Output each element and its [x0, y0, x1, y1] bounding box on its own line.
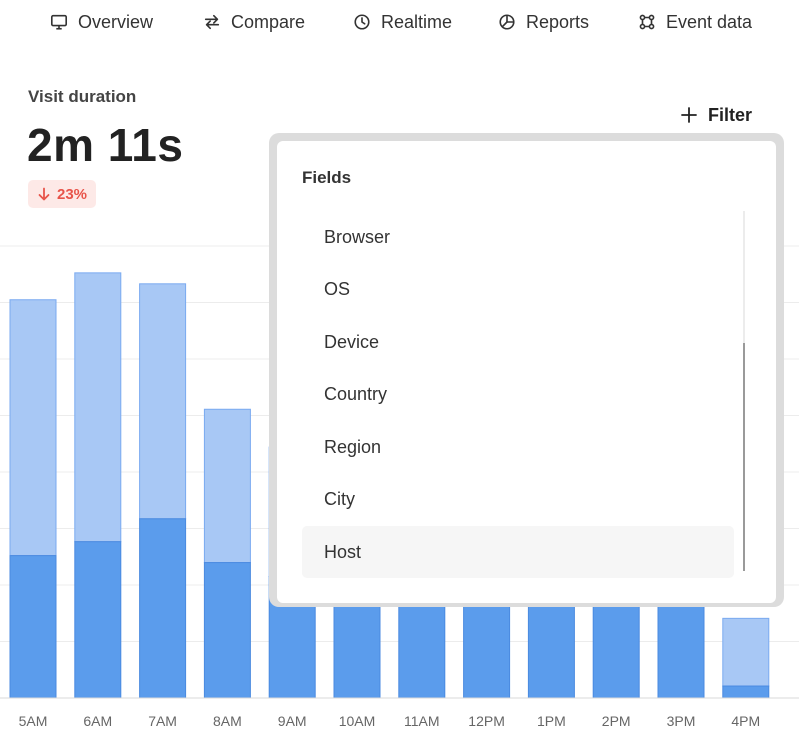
x-tick-label: 11AM — [404, 713, 440, 729]
scrollbar-thumb[interactable] — [743, 343, 745, 571]
plus-icon — [681, 107, 697, 123]
field-item-country[interactable]: Country — [302, 368, 734, 420]
x-tick-label: 1PM — [537, 713, 566, 729]
network-icon — [639, 14, 655, 30]
metric-label: Visit duration — [28, 87, 137, 106]
bar-series1-2PM — [592, 595, 640, 699]
pie-chart-icon — [499, 14, 515, 30]
bar-series1-5AM — [9, 555, 57, 699]
nav-overview-label: Overview — [78, 11, 154, 32]
bar-series2-7AM — [139, 283, 187, 520]
filter-button[interactable]: Filter — [680, 101, 752, 129]
field-item-city[interactable]: City — [302, 473, 734, 525]
bar-series1-3PM — [657, 595, 705, 699]
field-item-host[interactable]: Host — [302, 526, 734, 578]
bar-series2-6AM — [74, 272, 122, 543]
field-item-device[interactable]: Device — [302, 316, 734, 368]
fields-dropdown: Fields Browser OS Device Country Region … — [277, 141, 776, 603]
change-badge: 23% — [28, 180, 97, 208]
nav-reports-label: Reports — [526, 11, 590, 32]
metric-value: 2m 11s — [27, 119, 184, 171]
nav-event-data[interactable]: Event data — [638, 9, 752, 35]
bar-series1-6AM — [74, 541, 122, 699]
x-tick-label: 7AM — [148, 713, 177, 729]
bar-series1-8AM — [203, 562, 251, 699]
bar-series2-4PM — [722, 617, 770, 687]
nav-overview[interactable]: Overview — [50, 9, 153, 35]
nav-realtime-label: Realtime — [381, 11, 453, 32]
x-tick-label: 10AM — [339, 713, 376, 729]
bar-series1-1PM — [527, 595, 575, 699]
clock-icon — [354, 14, 370, 30]
arrow-down-icon — [38, 187, 50, 201]
field-item-region[interactable]: Region — [302, 421, 734, 473]
nav-compare[interactable]: Compare — [203, 9, 305, 35]
field-item-os[interactable]: OS — [302, 263, 734, 315]
nav-realtime[interactable]: Realtime — [353, 9, 452, 35]
x-tick-label: 9AM — [278, 713, 307, 729]
filter-label: Filter — [708, 104, 753, 125]
arrows-swap-icon — [204, 14, 220, 30]
bar-series2-8AM — [203, 408, 251, 564]
nav-reports[interactable]: Reports — [498, 9, 589, 35]
x-tick-label: 2PM — [602, 713, 631, 729]
bar-series1-4PM — [722, 685, 770, 699]
x-tick-label: 12PM — [468, 713, 505, 729]
field-item-browser[interactable]: Browser — [302, 211, 734, 263]
x-tick-label: 4PM — [731, 713, 760, 729]
nav-event-data-label: Event data — [666, 11, 753, 32]
x-tick-label: 8AM — [213, 713, 242, 729]
bar-series1-7AM — [139, 518, 187, 699]
nav-compare-label: Compare — [231, 11, 306, 32]
x-tick-label: 6AM — [83, 713, 112, 729]
top-nav: Overview Compare Realtime Reports Event … — [0, 0, 799, 44]
change-value: 23% — [57, 185, 88, 203]
x-tick-label: 5AM — [19, 713, 48, 729]
x-tick-label: 3PM — [667, 713, 696, 729]
bar-series1-12PM — [463, 595, 511, 699]
monitor-icon — [50, 14, 68, 30]
bar-series2-5AM — [9, 299, 57, 557]
dropdown-title: Fields — [302, 168, 352, 187]
